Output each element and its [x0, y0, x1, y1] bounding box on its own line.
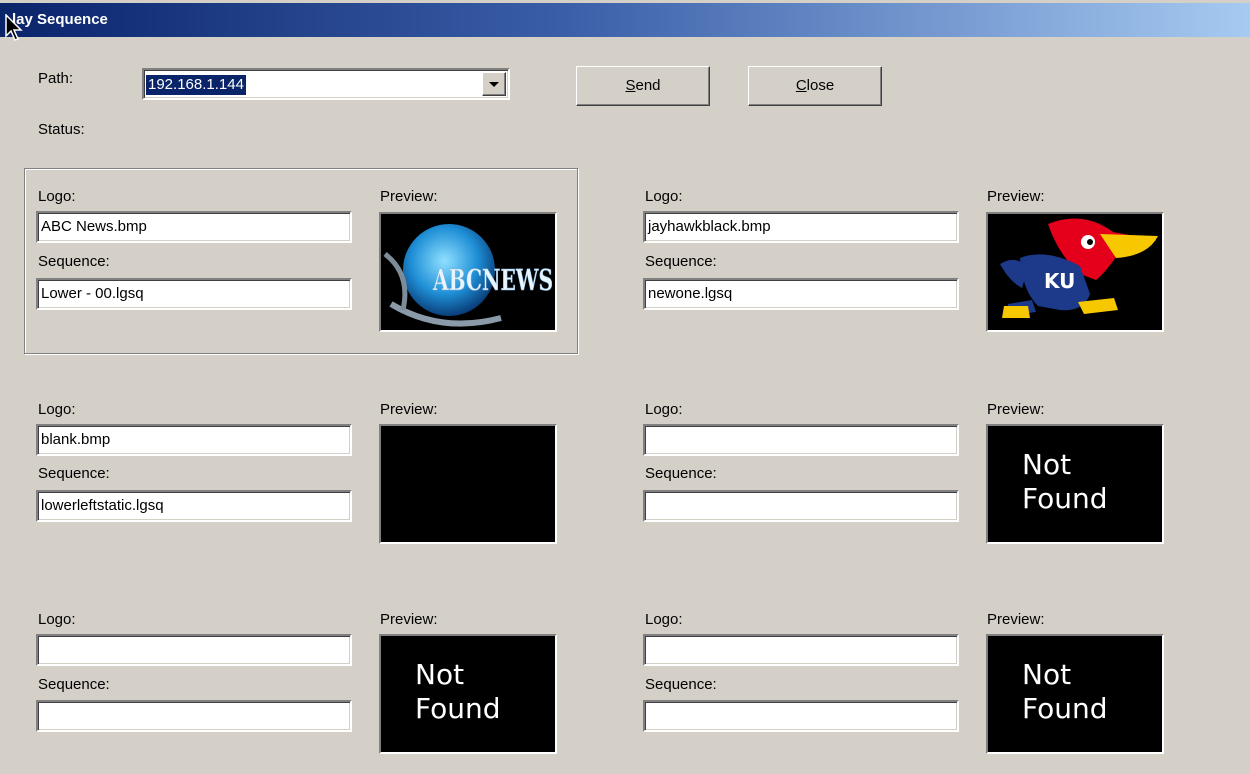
logo-label: Logo: [38, 401, 76, 418]
logo-label: Logo: [645, 611, 683, 628]
preview-label: Preview: [380, 401, 438, 418]
logo-label: Logo: [38, 611, 76, 628]
preview-label: Preview: [987, 611, 1045, 628]
sequence-field[interactable]: newone.lgsq [643, 278, 959, 310]
logo-field[interactable]: blank.bmp [36, 424, 352, 456]
preview-label: Preview: [987, 188, 1045, 205]
logo-field[interactable] [643, 634, 959, 666]
sequence-label: Sequence: [38, 253, 110, 270]
preview-not-found: Not Found [986, 424, 1164, 544]
title-bar[interactable]: lay Sequence [0, 3, 1250, 37]
preview-image-jayhawk: KU [986, 212, 1164, 332]
logo-label: Logo: [645, 188, 683, 205]
sequence-field[interactable]: lowerleftstatic.lgsq [36, 490, 352, 522]
chevron-down-icon [489, 81, 499, 87]
dropdown-button[interactable] [482, 72, 506, 96]
close-label: lose [806, 77, 835, 94]
sequence-field[interactable] [643, 490, 959, 522]
abc-news-logo-text: ABCNEWS [432, 263, 553, 297]
preview-image-abc-news: ABCNEWS [379, 212, 557, 332]
not-found-line1: Not [1022, 448, 1072, 481]
path-combobox[interactable]: 192.168.1.144 [142, 68, 510, 100]
sequence-label: Sequence: [38, 676, 110, 693]
send-label: end [635, 77, 661, 94]
logo-label: Logo: [645, 401, 683, 418]
close-button[interactable]: Close [748, 66, 882, 106]
send-button[interactable]: Send [576, 66, 710, 106]
not-found-line2: Found [1022, 692, 1108, 725]
sequence-label: Sequence: [645, 676, 717, 693]
sequence-label: Sequence: [38, 465, 110, 482]
send-mnemonic: S [625, 77, 636, 94]
preview-not-found: Not Found [986, 634, 1164, 754]
logo-field[interactable] [36, 634, 352, 666]
window-title: lay Sequence [12, 11, 108, 28]
not-found-line2: Found [1022, 482, 1108, 515]
sequence-field[interactable] [36, 700, 352, 732]
path-label: Path: [38, 70, 74, 87]
sequence-label: Sequence: [645, 465, 717, 482]
sequence-field[interactable]: Lower - 00.lgsq [36, 278, 352, 310]
preview-label: Preview: [380, 611, 438, 628]
preview-not-found: Not Found [379, 634, 557, 754]
ku-logo-text: KU [1044, 269, 1075, 293]
sequence-label: Sequence: [645, 253, 717, 270]
sequence-field[interactable] [643, 700, 959, 732]
not-found-line2: Found [415, 692, 501, 725]
preview-image-blank [379, 424, 557, 544]
mouse-cursor-icon [5, 14, 23, 41]
close-mnemonic: C [795, 77, 807, 94]
preview-label: Preview: [987, 401, 1045, 418]
not-found-line1: Not [1022, 658, 1072, 691]
path-value: 192.168.1.144 [146, 75, 246, 95]
preview-label: Preview: [380, 188, 438, 205]
status-label: Status: [38, 121, 85, 138]
logo-field[interactable] [643, 424, 959, 456]
logo-field[interactable]: jayhawkblack.bmp [643, 211, 959, 243]
not-found-line1: Not [415, 658, 465, 691]
logo-field[interactable]: ABC News.bmp [36, 211, 352, 243]
logo-label: Logo: [38, 188, 76, 205]
